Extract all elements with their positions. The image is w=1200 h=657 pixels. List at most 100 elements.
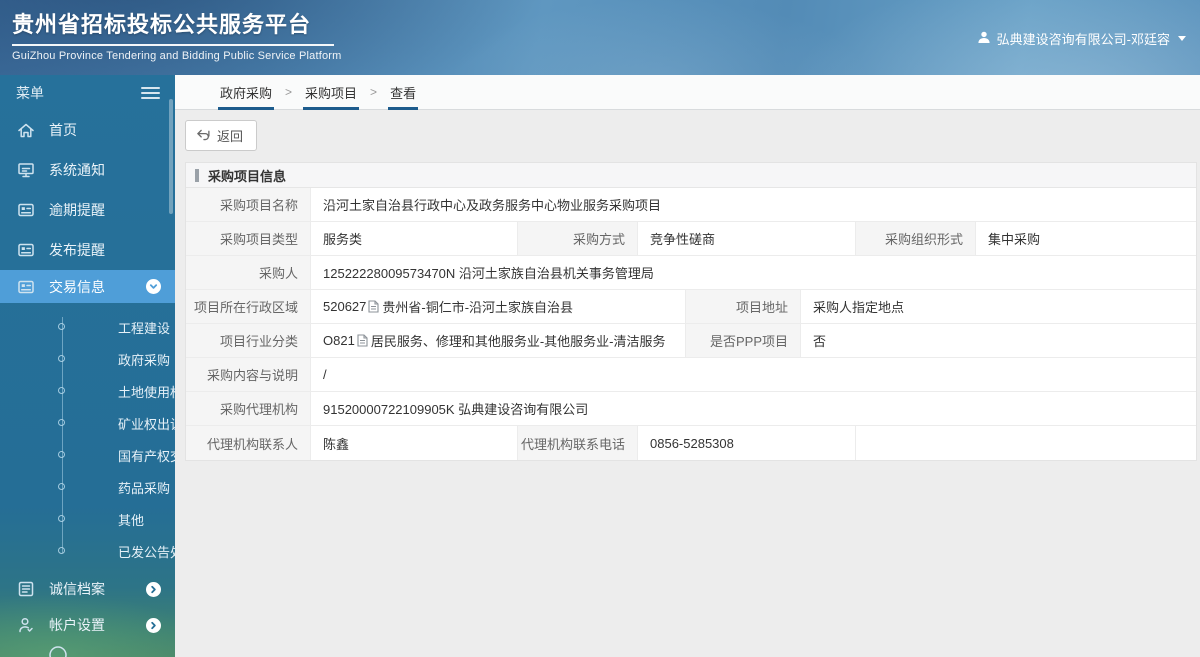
field-row-content: 采购内容与说明 / — [186, 358, 1196, 392]
chevron-right-circle-icon — [146, 581, 161, 597]
panel-header: 采购项目信息 — [186, 163, 1196, 188]
field-label: 采购人 — [186, 256, 311, 289]
user-gear-icon — [16, 615, 36, 635]
bullet-icon — [58, 483, 65, 490]
hamburger-icon[interactable] — [141, 86, 160, 99]
field-value: / — [323, 367, 327, 382]
sidebar-item-label: 帐户设置 — [49, 617, 105, 633]
region-code: 520627 — [323, 299, 367, 314]
bullet-icon — [58, 419, 65, 426]
bullet-icon — [58, 515, 65, 522]
submenu-item-published-announcements[interactable]: 已发公告处理 — [0, 535, 196, 567]
field-value: 集中采购 — [988, 232, 1041, 247]
field-value: 否 — [813, 334, 827, 349]
sidebar-item-home[interactable]: 首页 — [0, 110, 175, 150]
field-label: 项目地址 — [686, 290, 801, 323]
sidebar-scrollbar[interactable] — [169, 99, 173, 214]
submenu-item-land-use[interactable]: 土地使用权出让 — [0, 375, 209, 407]
field-value: 0856-5285308 — [638, 426, 856, 460]
submenu-item-gov-procurement[interactable]: 政府采购 — [0, 343, 175, 375]
submenu-item-drug-procurement[interactable]: 药品采购 — [0, 471, 175, 503]
top-header-banner: 贵州省招标投标公共服务平台 GuiZhou Province Tendering… — [0, 0, 1200, 75]
user-name: 弘典建设咨询有限公司-邓廷容 — [996, 32, 1170, 47]
submenu-item-other[interactable]: 其他 — [0, 503, 175, 535]
chevron-down-icon — [1178, 36, 1186, 41]
project-info-panel: 采购项目信息 采购项目名称 沿河土家自治县行政中心及政务服务中心物业服务采购项目… — [185, 162, 1197, 461]
undo-icon — [196, 129, 211, 142]
field-label: 是否PPP项目 — [686, 324, 801, 357]
submenu-item-state-property[interactable]: 国有产权交易 — [0, 439, 196, 471]
back-button[interactable]: 返回 — [185, 120, 258, 151]
field-label: 代理机构联系电话 — [518, 426, 638, 460]
monitor-icon — [16, 160, 36, 180]
field-label: 采购代理机构 — [186, 392, 311, 425]
field-row-industry-ppp: 项目行业分类 O821 居民服务、修理和其他服务业-其他服务业-清洁服务 是否P… — [186, 324, 1196, 358]
list-icon — [16, 579, 36, 599]
toolbar: 返回 — [175, 110, 1200, 151]
sidebar-item-label: 首页 — [49, 122, 77, 138]
breadcrumb-item-gov-procurement[interactable]: 政府采购 — [218, 75, 275, 110]
bullet-icon — [58, 387, 65, 394]
field-row-purchaser: 采购人 12522228009573470N 沿河土家族自治县机关事务管理局 — [186, 256, 1196, 290]
submenu-item-mining-rights[interactable]: 矿业权出让 — [0, 407, 183, 439]
card-icon — [16, 240, 36, 260]
field-row-project-name: 采购项目名称 沿河土家自治县行政中心及政务服务中心物业服务采购项目 — [186, 188, 1196, 222]
document-icon — [357, 334, 368, 347]
field-label: 采购方式 — [518, 222, 638, 255]
breadcrumb-separator: > — [285, 85, 293, 99]
field-label: 项目行业分类 — [186, 324, 311, 357]
field-label: 项目所在行政区域 — [186, 290, 311, 323]
bullet-icon — [58, 547, 65, 554]
title-underline — [12, 44, 334, 46]
field-row-type-method-orgform: 采购项目类型 服务类 采购方式 竞争性磋商 采购组织形式 集中采购 — [186, 222, 1196, 256]
panel-title: 采购项目信息 — [208, 168, 287, 184]
field-label: 采购内容与说明 — [186, 358, 311, 391]
field-value: O821 居民服务、修理和其他服务业-其他服务业-清洁服务 — [311, 324, 686, 357]
field-value: 采购人指定地点 — [813, 300, 905, 315]
transaction-submenu: 工程建设 政府采购 土地使用权出让 矿业权出让 国有产权交易 药品采购 其他 已… — [0, 303, 209, 571]
user-icon — [977, 30, 991, 47]
breadcrumb-item-procurement-project[interactable]: 采购项目 — [303, 75, 360, 110]
app-root: 贵州省招标投标公共服务平台 GuiZhou Province Tendering… — [0, 0, 1200, 657]
submenu-label: 政府采购 — [118, 352, 171, 368]
breadcrumb-separator: > — [370, 85, 378, 99]
sidebar-item-publish-reminder[interactable]: 发布提醒 — [0, 230, 175, 270]
industry-code: O821 — [323, 333, 355, 348]
card-icon — [16, 200, 36, 220]
chevron-down-circle-icon — [146, 279, 161, 294]
home-icon — [16, 120, 36, 140]
sidebar-item-account-settings[interactable]: 帐户设置 — [0, 607, 175, 643]
platform-brand: 贵州省招标投标公共服务平台 GuiZhou Province Tendering… — [12, 7, 342, 62]
field-label: 采购项目名称 — [186, 188, 311, 221]
field-value: 竞争性磋商 — [638, 222, 856, 255]
back-button-label: 返回 — [217, 129, 244, 144]
region-text: 贵州省-铜仁市-沿河土家族自治县 — [382, 300, 574, 315]
field-value: 沿河土家自治县行政中心及政务服务中心物业服务采购项目 — [323, 198, 662, 213]
sidebar-item-transaction-info[interactable]: 交易信息 — [0, 270, 175, 303]
sidebar-item-label: 发布提醒 — [49, 242, 105, 258]
field-label: 采购组织形式 — [856, 222, 976, 255]
breadcrumb: 政府采购 > 采购项目 > 查看 — [175, 75, 1200, 110]
section-marker — [195, 168, 199, 182]
field-label: 采购项目类型 — [186, 222, 311, 255]
chevron-right-circle-icon — [146, 617, 161, 633]
sidebar-item-system-notice[interactable]: 系统通知 — [0, 150, 175, 190]
field-row-region-address: 项目所在行政区域 520627 贵州省-铜仁市-沿河土家族自治县 项目地址 采购… — [186, 290, 1196, 324]
field-label: 代理机构联系人 — [186, 426, 311, 460]
submenu-item-engineering[interactable]: 工程建设 — [0, 311, 175, 343]
field-value: 520627 贵州省-铜仁市-沿河土家族自治县 — [311, 290, 686, 323]
breadcrumb-item-view[interactable]: 查看 — [388, 75, 419, 110]
field-value: 91520000722109905K 弘典建设咨询有限公司 — [323, 402, 589, 417]
field-value: 陈鑫 — [311, 426, 518, 460]
platform-title: 贵州省招标投标公共服务平台 — [12, 12, 312, 37]
user-menu[interactable]: 弘典建设咨询有限公司-邓廷容 — [977, 29, 1186, 48]
submenu-label: 药品采购 — [118, 480, 171, 496]
field-empty-cell — [856, 426, 1196, 460]
sidebar-item-label: 交易信息 — [49, 278, 105, 295]
sidebar-item-overdue-reminder[interactable]: 逾期提醒 — [0, 190, 175, 230]
card-icon — [16, 277, 36, 297]
platform-subtitle: GuiZhou Province Tendering and Bidding P… — [12, 50, 342, 62]
sidebar-item-integrity-archive[interactable]: 诚信档案 — [0, 571, 175, 607]
sidebar-item-label: 诚信档案 — [49, 581, 105, 597]
sidebar: 菜单 首页 系统通知 逾期提醒 发布提醒 交易信息 工程建设 政府采购 土地使用… — [0, 75, 209, 657]
